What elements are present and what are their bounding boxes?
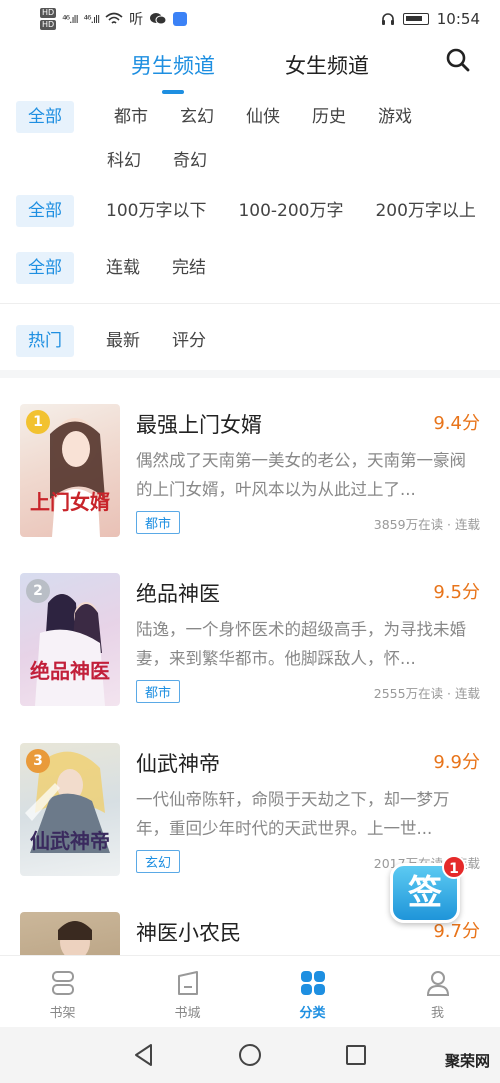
book-meta: 3859万在读 · 连载 [373, 517, 480, 532]
status-bar: HD HD ⁴⁶.ıll ⁴⁶.ıll 听 10:54 [0, 0, 500, 38]
signal-icon: ⁴⁶.ıll [83, 12, 101, 26]
bookshelf-icon [51, 971, 74, 995]
filter-status-completed[interactable]: 完结 [172, 252, 206, 284]
book-score: 9.4分 [433, 413, 480, 434]
book-item[interactable]: 1 上门女婿 最强上门女婿 9.4分 偶然成了天南第一美女的老公，天南第一豪阀的… [20, 404, 480, 539]
tab-label: 分类 [299, 1006, 326, 1021]
book-genre-tag[interactable]: 玄幻 [136, 850, 181, 873]
sort-rating[interactable]: 评分 [172, 325, 206, 357]
book-cover: 2 绝品神医 [20, 573, 120, 706]
bottom-tab-bar: 书架 书城 分类 我 [0, 955, 500, 1027]
book-title: 仙武神帝 [136, 752, 220, 776]
battery-icon [402, 13, 429, 25]
search-icon[interactable] [446, 48, 470, 72]
book-title: 神医小农民 [136, 921, 241, 945]
tab-label: 书城 [174, 1006, 201, 1021]
signal-icon: ⁴⁶.ıll [62, 12, 79, 26]
clock: 10:54 [436, 10, 480, 28]
book-description: 偶然成了天南第一美女的老公，天南第一豪阀的上门女婿，叶风本以为从此过上了... [136, 451, 466, 499]
book-score: 9.5分 [433, 582, 480, 603]
filter-genre-all[interactable]: 全部 [16, 101, 74, 133]
book-cover: 1 上门女婿 [20, 404, 120, 537]
rank-badge: 2 [26, 579, 50, 603]
filter-genre-fantasy[interactable]: 玄幻 [180, 101, 214, 133]
tab-female-channel[interactable]: 女生频道 [285, 50, 369, 80]
sort-filter: 热门 最新 评分 [16, 325, 500, 357]
sort-latest[interactable]: 最新 [106, 325, 140, 357]
book-title: 绝品神医 [136, 582, 220, 606]
profile-icon [426, 971, 449, 996]
book-cover [20, 912, 120, 955]
tab-label: 我 [430, 1006, 444, 1021]
tab-bookshelf[interactable]: 书架 [0, 956, 125, 1027]
bookstore-icon [177, 971, 198, 995]
filter-genre-scifi[interactable]: 科幻 [107, 145, 141, 177]
filter-genre-game[interactable]: 游戏 [378, 101, 412, 133]
back-icon[interactable] [131, 1042, 157, 1068]
cover-title: 绝品神医 [30, 659, 110, 683]
filter-length-all[interactable]: 全部 [16, 195, 74, 227]
tab-label: 书架 [49, 1006, 76, 1021]
filter-length-under-100w[interactable]: 100万字以下 [106, 195, 206, 227]
home-icon[interactable] [237, 1042, 263, 1068]
status-filter: 全部 连载 完结 [16, 252, 500, 284]
recents-icon[interactable] [343, 1042, 369, 1068]
section-divider [0, 370, 500, 378]
sign-in-button[interactable]: 签 1 [388, 855, 466, 925]
book-description: 一代仙帝陈轩，命陨于天劫之下，却一梦万年，重回少年时代的天武世界。上一世... [136, 790, 450, 838]
app-notification-icon [173, 12, 188, 26]
cover-title: 上门女婿 [30, 490, 110, 514]
tab-category[interactable]: 分类 [250, 956, 375, 1027]
filter-length-over-200w[interactable]: 200万字以上 [375, 195, 475, 227]
tab-profile[interactable]: 我 [375, 956, 500, 1027]
filter-status-all[interactable]: 全部 [16, 252, 74, 284]
filter-genre-magic[interactable]: 奇幻 [173, 145, 207, 177]
book-meta: 2555万在读 · 连载 [373, 686, 480, 701]
filter-genre-xianxia[interactable]: 仙侠 [246, 101, 280, 133]
filter-status-ongoing[interactable]: 连载 [106, 252, 140, 284]
book-title: 最强上门女婿 [136, 413, 262, 437]
book-item[interactable]: 2 绝品神医 绝品神医 9.5分 陆逸，一个身怀医术的超级高手，为寻找未婚妻，来… [20, 573, 480, 708]
notification-badge: 1 [442, 855, 466, 879]
cover-title: 仙武神帝 [30, 829, 110, 853]
headphones-icon [381, 13, 394, 25]
tab-male-channel[interactable]: 男生频道 [131, 50, 215, 94]
rank-badge: 3 [26, 749, 50, 773]
filter-genre-urban[interactable]: 都市 [114, 101, 148, 133]
filter-length-100-200w[interactable]: 100-200万字 [238, 195, 343, 227]
book-score: 9.9分 [433, 752, 480, 773]
book-cover: 3 仙武神帝 [20, 743, 120, 876]
book-description: 陆逸，一个身怀医术的超级高手，为寻找未婚妻，来到繁华都市。他脚踩敌人，怀... [136, 620, 466, 668]
category-icon [300, 971, 325, 995]
hd-badge: HD [40, 20, 57, 30]
sort-hot[interactable]: 热门 [16, 325, 74, 357]
tab-bookstore[interactable]: 书城 [125, 956, 250, 1027]
book-genre-tag[interactable]: 都市 [136, 680, 181, 703]
watermark-logo: 聚荣网 [444, 1052, 490, 1070]
chat-icon [150, 13, 167, 25]
rank-badge: 1 [26, 410, 50, 434]
length-filter: 全部 100万字以下 100-200万字 200万字以上 [16, 195, 500, 227]
book-genre-tag[interactable]: 都市 [136, 511, 181, 534]
system-nav-bar [0, 1027, 500, 1083]
hd-badge: HD [40, 8, 57, 18]
filter-genre-history[interactable]: 历史 [312, 101, 346, 133]
wifi-icon [105, 12, 123, 24]
divider [0, 303, 500, 304]
channel-tabs: 男生频道 女生频道 [0, 42, 500, 94]
listen-icon: 听 [129, 12, 144, 28]
genre-filter: 全部 都市 玄幻 仙侠 历史 游戏 科幻 奇幻 [16, 101, 500, 177]
